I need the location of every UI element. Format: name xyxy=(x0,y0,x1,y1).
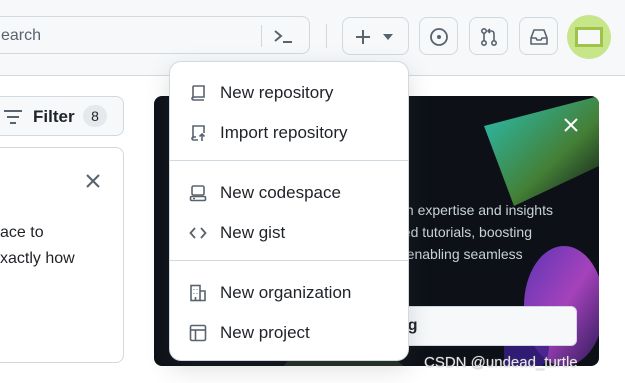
inbox-icon xyxy=(530,29,548,45)
git-pull-request-icon xyxy=(480,27,498,47)
menu-item-label: New project xyxy=(220,323,310,342)
feed-card-text: ace to xactly how xyxy=(0,220,75,272)
promo-line: ded tutorials, boosting xyxy=(395,224,532,240)
menu-item-label: New gist xyxy=(220,223,286,242)
create-new-button[interactable] xyxy=(342,17,409,55)
promo-close-icon[interactable] xyxy=(562,116,580,134)
filter-icon xyxy=(4,110,22,124)
organization-icon xyxy=(190,284,206,302)
code-icon xyxy=(189,227,207,239)
menu-item-new-organization[interactable]: New organization xyxy=(178,275,402,311)
header-divider xyxy=(326,24,327,48)
menu-item-label: New repository xyxy=(220,83,334,102)
watermark: CSDN @undead_turtle xyxy=(424,354,578,371)
repo-icon xyxy=(191,85,205,101)
promo-cta-button[interactable]: ng xyxy=(385,306,577,346)
menu-divider xyxy=(170,260,408,261)
promo-description: ain expertise and insights ded tutorials… xyxy=(395,199,553,265)
menu-item-new-project[interactable]: New project xyxy=(178,315,402,351)
feed-card-line: ace to xyxy=(0,224,44,241)
menu-item-label: New codespace xyxy=(220,183,341,202)
search-input[interactable]: earch xyxy=(0,16,310,54)
issues-button[interactable] xyxy=(419,17,458,55)
search-divider xyxy=(261,25,262,47)
menu-divider xyxy=(170,160,408,161)
filter-count-badge: 8 xyxy=(83,105,107,127)
menu-item-new-gist[interactable]: New gist xyxy=(178,215,402,251)
promo-line: d enabling seamless xyxy=(395,246,523,262)
close-icon[interactable] xyxy=(84,172,102,190)
menu-item-new-codespace[interactable]: New codespace xyxy=(178,175,402,211)
menu-item-label: Import repository xyxy=(220,123,348,142)
promo-line: ain expertise and insights xyxy=(395,202,553,218)
user-avatar[interactable] xyxy=(567,15,611,59)
menu-item-new-repository[interactable]: New repository xyxy=(178,75,402,111)
command-palette-icon[interactable] xyxy=(271,25,295,47)
feed-card-line: xactly how xyxy=(0,250,75,267)
menu-item-label: New organization xyxy=(220,283,352,302)
issue-opened-icon xyxy=(430,28,448,46)
menu-item-import-repository[interactable]: Import repository xyxy=(178,115,402,151)
create-new-menu: New repository Import repository New cod… xyxy=(169,61,409,361)
search-placeholder: earch xyxy=(1,27,42,44)
triangle-down-icon xyxy=(383,34,393,40)
inbox-button[interactable] xyxy=(519,17,558,55)
filter-button[interactable]: Filter 8 xyxy=(0,96,124,136)
codespaces-icon xyxy=(189,185,207,202)
avatar-image xyxy=(575,27,603,47)
pull-requests-button[interactable] xyxy=(469,17,508,55)
table-icon xyxy=(189,324,207,342)
repo-push-icon xyxy=(191,125,206,141)
promo-illustration xyxy=(484,96,599,206)
filter-label: Filter xyxy=(33,107,75,126)
plus-icon xyxy=(356,30,370,44)
